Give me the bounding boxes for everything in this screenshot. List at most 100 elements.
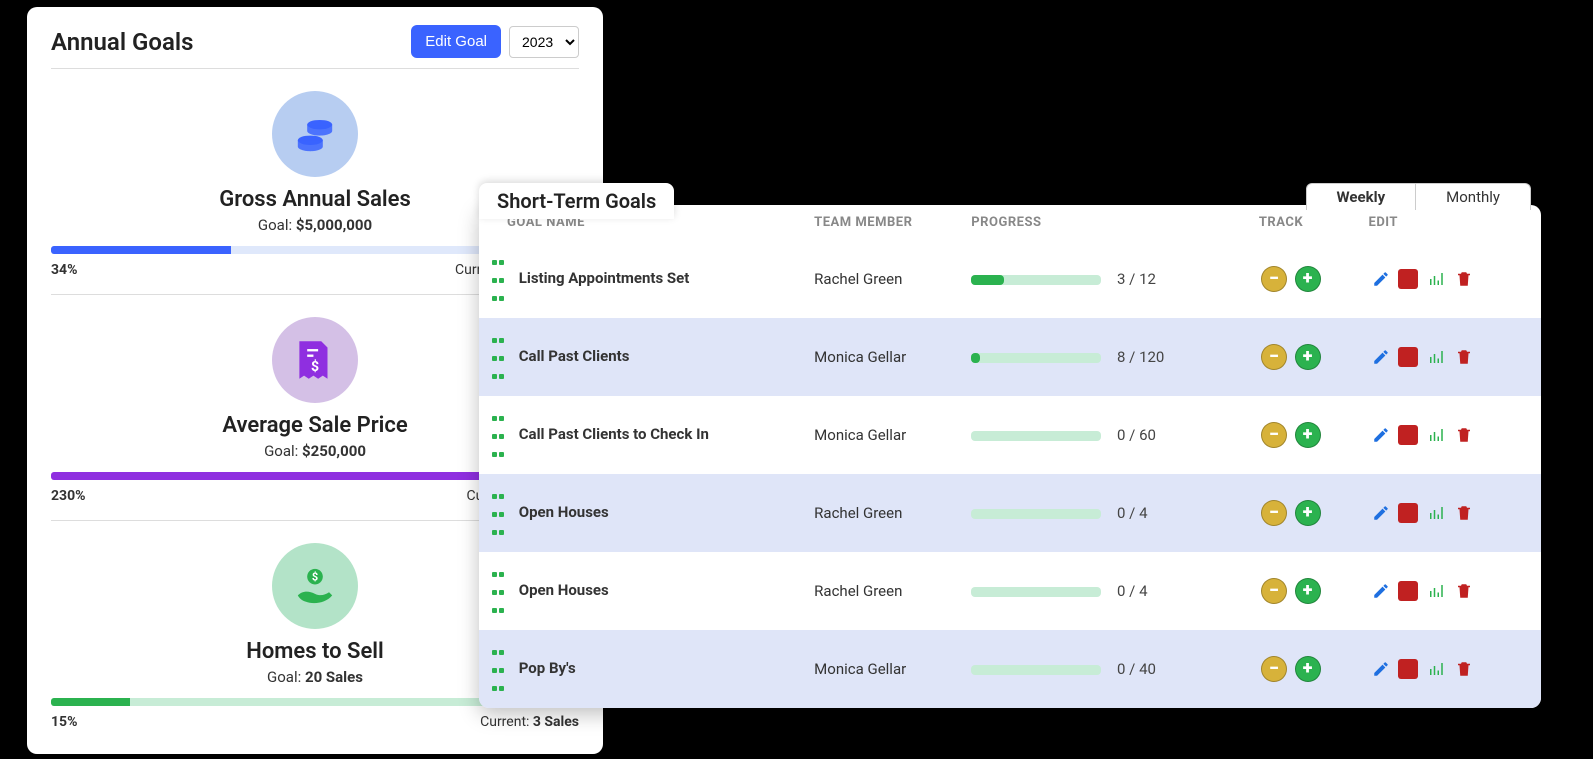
progress-bar xyxy=(971,275,1101,285)
stop-icon[interactable] xyxy=(1398,269,1418,289)
chart-icon[interactable] xyxy=(1426,269,1446,289)
trash-icon[interactable] xyxy=(1454,581,1474,601)
progress-percent: 230% xyxy=(51,488,85,504)
edit-icon[interactable] xyxy=(1371,269,1391,289)
progress-bar xyxy=(971,431,1101,441)
annual-actions: Edit Goal 2023 xyxy=(411,25,579,58)
goal-name: Call Past Clients to Check In xyxy=(519,425,709,443)
table-row: Pop By's Monica Gellar 0 / 40 − + xyxy=(479,630,1541,708)
progress-fill xyxy=(971,275,1004,285)
progress-text: 0 / 4 xyxy=(1117,504,1148,522)
increment-button[interactable]: + xyxy=(1295,344,1321,370)
year-select[interactable]: 2023 xyxy=(509,26,579,58)
goal-name: Call Past Clients xyxy=(519,347,630,365)
goal-name: Pop By's xyxy=(519,659,576,677)
progress-text: 0 / 60 xyxy=(1117,426,1156,444)
team-member: Monica Gellar xyxy=(806,630,963,708)
table-row: Open Houses Rachel Green 0 / 4 − + xyxy=(479,474,1541,552)
progress-percent: 15% xyxy=(51,714,77,730)
chart-icon[interactable] xyxy=(1426,425,1446,445)
progress-bar xyxy=(971,353,1101,363)
invoice-icon: $ xyxy=(272,317,358,403)
trash-icon[interactable] xyxy=(1454,503,1474,523)
team-member: Rachel Green xyxy=(806,552,963,630)
short-term-goals-card: Short-Term Goals Weekly Monthly GOAL NAM… xyxy=(479,205,1541,708)
drag-handle-icon[interactable] xyxy=(491,564,509,618)
tab-monthly[interactable]: Monthly xyxy=(1416,183,1531,210)
edit-icon[interactable] xyxy=(1371,581,1391,601)
edit-icon[interactable] xyxy=(1371,503,1391,523)
svg-text:$: $ xyxy=(312,571,318,584)
tab-weekly[interactable]: Weekly xyxy=(1306,183,1417,210)
goal-name: Open Houses xyxy=(519,503,609,521)
progress-bar xyxy=(971,509,1101,519)
stop-icon[interactable] xyxy=(1398,659,1418,679)
short-term-title: Short-Term Goals xyxy=(479,183,674,219)
progress-fill xyxy=(971,353,980,363)
decrement-button[interactable]: − xyxy=(1261,578,1287,604)
increment-button[interactable]: + xyxy=(1295,578,1321,604)
chart-icon[interactable] xyxy=(1426,347,1446,367)
progress-percent: 34% xyxy=(51,262,77,278)
col-progress: PROGRESS xyxy=(963,205,1251,240)
team-member: Rachel Green xyxy=(806,474,963,552)
chart-icon[interactable] xyxy=(1426,581,1446,601)
increment-button[interactable]: + xyxy=(1295,266,1321,292)
goal-name: Listing Appointments Set xyxy=(519,269,690,287)
chart-icon[interactable] xyxy=(1426,503,1446,523)
edit-goal-button[interactable]: Edit Goal xyxy=(411,25,501,58)
progress-text: 0 / 40 xyxy=(1117,660,1156,678)
decrement-button[interactable]: − xyxy=(1261,500,1287,526)
progress-fill xyxy=(51,698,130,706)
increment-button[interactable]: + xyxy=(1295,422,1321,448)
annual-title: Annual Goals xyxy=(51,28,193,56)
decrement-button[interactable]: − xyxy=(1261,344,1287,370)
progress-bar xyxy=(971,665,1101,675)
increment-button[interactable]: + xyxy=(1295,500,1321,526)
hand-icon: $ xyxy=(272,543,358,629)
team-member: Rachel Green xyxy=(806,240,963,318)
progress-text: 0 / 4 xyxy=(1117,582,1148,600)
trash-icon[interactable] xyxy=(1454,347,1474,367)
edit-icon[interactable] xyxy=(1371,347,1391,367)
period-tabs: Weekly Monthly xyxy=(1306,183,1532,210)
annual-header: Annual Goals Edit Goal 2023 xyxy=(51,25,579,69)
stop-icon[interactable] xyxy=(1398,425,1418,445)
trash-icon[interactable] xyxy=(1454,659,1474,679)
progress-current: Current: 3 Sales xyxy=(480,714,579,730)
col-edit: EDIT xyxy=(1361,205,1541,240)
progress-fill xyxy=(51,246,231,254)
increment-button[interactable]: + xyxy=(1295,656,1321,682)
col-team-member: TEAM MEMBER xyxy=(806,205,963,240)
edit-icon[interactable] xyxy=(1371,659,1391,679)
coins-icon xyxy=(272,91,358,177)
team-member: Monica Gellar xyxy=(806,318,963,396)
table-row: Open Houses Rachel Green 0 / 4 − + xyxy=(479,552,1541,630)
table-row: Call Past Clients to Check In Monica Gel… xyxy=(479,396,1541,474)
drag-handle-icon[interactable] xyxy=(491,330,509,384)
chart-icon[interactable] xyxy=(1426,659,1446,679)
decrement-button[interactable]: − xyxy=(1261,266,1287,292)
stop-icon[interactable] xyxy=(1398,581,1418,601)
edit-icon[interactable] xyxy=(1371,425,1391,445)
progress-bar xyxy=(971,587,1101,597)
svg-text:$: $ xyxy=(311,358,319,375)
col-track: TRACK xyxy=(1251,205,1361,240)
trash-icon[interactable] xyxy=(1454,425,1474,445)
stop-icon[interactable] xyxy=(1398,503,1418,523)
drag-handle-icon[interactable] xyxy=(491,408,509,462)
drag-handle-icon[interactable] xyxy=(491,252,509,306)
progress-text: 8 / 120 xyxy=(1117,348,1164,366)
table-row: Listing Appointments Set Rachel Green 3 … xyxy=(479,240,1541,318)
drag-handle-icon[interactable] xyxy=(491,642,509,696)
short-term-table: GOAL NAME TEAM MEMBER PROGRESS TRACK EDI… xyxy=(479,205,1541,708)
team-member: Monica Gellar xyxy=(806,396,963,474)
decrement-button[interactable]: − xyxy=(1261,422,1287,448)
stop-icon[interactable] xyxy=(1398,347,1418,367)
trash-icon[interactable] xyxy=(1454,269,1474,289)
goal-name: Open Houses xyxy=(519,581,609,599)
progress-text: 3 / 12 xyxy=(1117,270,1156,288)
table-row: Call Past Clients Monica Gellar 8 / 120 … xyxy=(479,318,1541,396)
drag-handle-icon[interactable] xyxy=(491,486,509,540)
decrement-button[interactable]: − xyxy=(1261,656,1287,682)
